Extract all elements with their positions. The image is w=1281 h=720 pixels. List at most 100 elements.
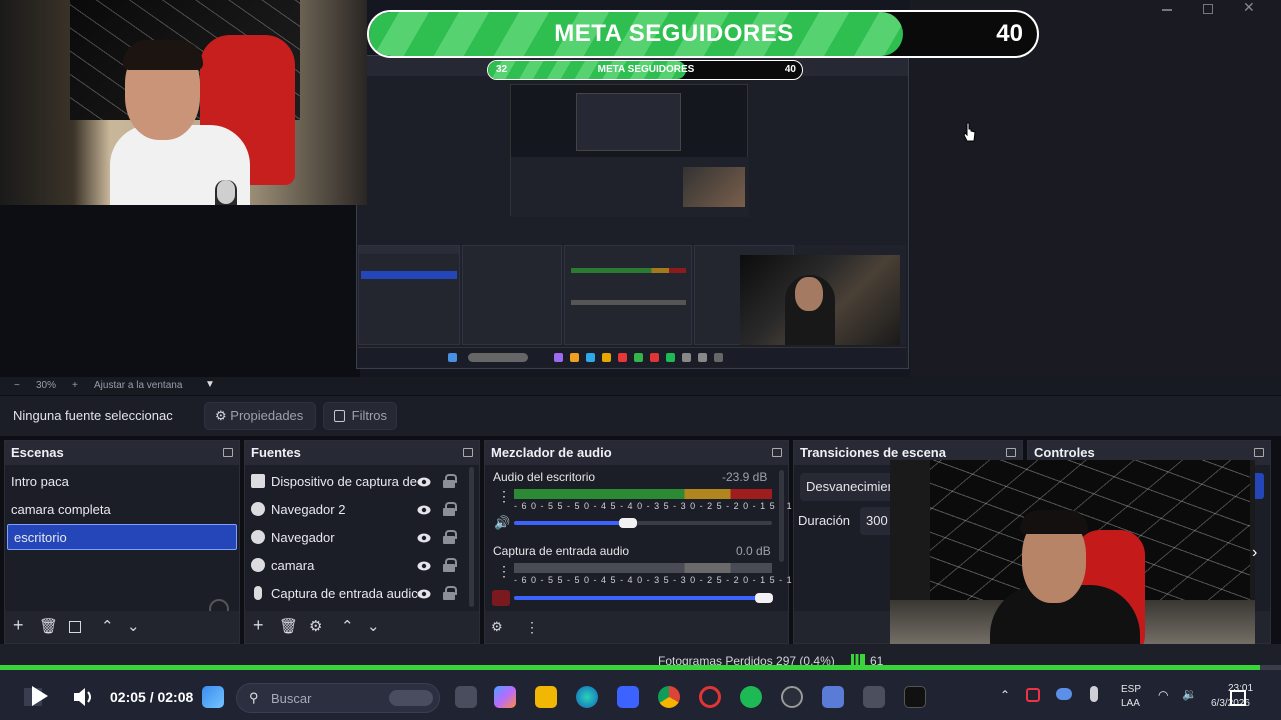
properties-button[interactable]: ⚙ Propiedades <box>204 402 316 430</box>
volume-icon[interactable] <box>72 686 96 713</box>
wifi-icon[interactable]: ◠ <box>1158 688 1168 702</box>
speaker-icon[interactable]: 🔊 <box>494 515 510 531</box>
zoom-level: 30% <box>36 380 57 391</box>
move-down-icon[interactable]: ⌄ <box>127 619 140 635</box>
fullscreen-icon[interactable] <box>1230 690 1246 706</box>
visibility-eye-icon[interactable] <box>417 531 431 545</box>
source-item[interactable]: Navegador <box>251 524 469 552</box>
tray-chevron-icon[interactable]: ⌃ <box>1000 688 1010 702</box>
undock-icon[interactable] <box>1254 448 1264 457</box>
undock-icon[interactable] <box>772 448 782 457</box>
taskbar-search[interactable]: ⚲ Buscar <box>236 683 440 713</box>
onedrive-icon[interactable] <box>1056 688 1072 700</box>
task-view-icon[interactable] <box>455 686 477 708</box>
mixer-scrollbar[interactable] <box>779 470 784 562</box>
tray-app-icon[interactable] <box>1026 688 1040 702</box>
scene-filters-icon[interactable] <box>69 621 81 633</box>
calculator-icon[interactable] <box>863 686 885 708</box>
language-bottom[interactable]: LAA <box>1121 698 1140 709</box>
language-top[interactable]: ESP <box>1121 684 1141 695</box>
db-scale: -60-55-50-45-40-35-30-25-20-15-10-50 <box>514 575 828 585</box>
db-scale: -60-55-50-45-40-35-30-25-20-15-10-50 <box>514 501 828 511</box>
volume-slider-handle[interactable] <box>619 518 637 528</box>
globe-icon <box>251 558 265 572</box>
minimize-icon[interactable] <box>1162 9 1172 11</box>
globe-icon <box>251 530 265 544</box>
tiktok-icon[interactable] <box>904 686 926 708</box>
gear-icon: ⚙ <box>215 408 227 423</box>
camera-icon <box>251 474 265 488</box>
chrome-icon[interactable] <box>658 686 680 708</box>
mixer-channel-level: 0.0 dB <box>736 544 771 558</box>
filters-button[interactable]: Filtros <box>323 402 397 430</box>
source-label: Navegador <box>271 530 335 545</box>
add-source-icon[interactable]: + <box>253 616 264 634</box>
audio-level-meter <box>514 563 772 573</box>
remove-scene-icon[interactable]: 🗑 <box>39 619 58 635</box>
scene-item[interactable]: camara completa <box>5 497 237 523</box>
visibility-eye-icon[interactable] <box>417 503 431 517</box>
source-settings-icon[interactable]: ⚙ <box>309 619 322 635</box>
source-item[interactable]: Dispositivo de captura de <box>251 468 469 496</box>
lock-icon[interactable] <box>443 558 457 572</box>
nested-inner-preview <box>510 84 749 217</box>
move-down-icon[interactable]: ⌄ <box>367 619 380 635</box>
visibility-eye-icon[interactable] <box>417 587 431 601</box>
zoom-out-button[interactable]: − <box>14 380 20 391</box>
windows-start-icon[interactable] <box>202 686 224 708</box>
zoom-dropdown-icon[interactable]: ▼ <box>205 379 215 390</box>
visibility-eye-icon[interactable] <box>417 475 431 489</box>
mixer-channel-name: Audio del escritorio <box>493 470 596 484</box>
scenes-title: Escenas <box>11 445 64 460</box>
source-label: Captura de entrada audic <box>271 586 418 601</box>
search-highlight-icon <box>389 690 433 706</box>
copilot-icon[interactable] <box>494 686 516 708</box>
muted-speaker-icon[interactable] <box>492 590 510 606</box>
taskbar: 02:05 / 02:08 ⚲ Buscar ⌃ ESP LAA ◠ 🔉 23:… <box>0 670 1281 720</box>
move-up-icon[interactable]: ⌃ <box>341 619 354 635</box>
scene-item-selected[interactable]: escritorio <box>7 524 237 550</box>
spotify-icon[interactable] <box>740 686 762 708</box>
obs-icon[interactable] <box>781 686 803 708</box>
source-item[interactable]: camara <box>251 552 469 580</box>
channel-menu-icon[interactable]: ⋮ <box>497 488 511 505</box>
webcam-overlay-top <box>0 0 367 205</box>
opera-icon[interactable] <box>699 686 721 708</box>
edge-browser-icon[interactable] <box>576 686 598 708</box>
source-item[interactable]: Navegador 2 <box>251 496 469 524</box>
undock-icon[interactable] <box>223 448 233 457</box>
zoom-fit-button[interactable]: Ajustar a la ventana <box>94 380 182 391</box>
remove-source-icon[interactable]: 🗑 <box>279 619 298 635</box>
scenes-list: Intro paca camara completa escritorio <box>5 465 239 619</box>
scene-item[interactable]: Intro paca <box>5 469 237 495</box>
chevron-right-icon[interactable]: › <box>1252 544 1257 562</box>
speaker-tray-icon[interactable]: 🔉 <box>1182 687 1197 701</box>
lock-icon[interactable] <box>443 586 457 600</box>
visibility-eye-icon[interactable] <box>417 559 431 573</box>
undock-icon[interactable] <box>1006 448 1016 457</box>
maximize-icon[interactable] <box>1203 4 1213 14</box>
settings-icon[interactable] <box>822 686 844 708</box>
nested-scenes-dock <box>358 245 460 345</box>
file-explorer-icon[interactable] <box>535 686 557 708</box>
lock-icon[interactable] <box>443 502 457 516</box>
source-label: Navegador 2 <box>271 502 346 517</box>
store-icon[interactable] <box>617 686 639 708</box>
undock-icon[interactable] <box>463 448 473 457</box>
sources-scrollbar[interactable] <box>469 467 474 607</box>
play-icon[interactable] <box>20 682 52 715</box>
zoom-in-button[interactable]: + <box>72 380 78 391</box>
channel-menu-icon[interactable]: ⋮ <box>497 563 511 580</box>
advanced-audio-icon[interactable]: ⚙ <box>491 619 503 635</box>
move-up-icon[interactable]: ⌃ <box>101 619 114 635</box>
microphone-tray-icon[interactable] <box>1090 686 1098 702</box>
lock-icon[interactable] <box>443 474 457 488</box>
lock-icon[interactable] <box>443 530 457 544</box>
close-icon[interactable]: ✕ <box>1243 0 1257 14</box>
source-item[interactable]: Captura de entrada audic <box>251 580 469 608</box>
add-scene-icon[interactable]: + <box>13 616 24 634</box>
microphone-icon <box>254 586 262 600</box>
volume-slider-handle[interactable] <box>755 593 773 603</box>
mixer-menu-icon[interactable]: ⋮ <box>525 619 539 635</box>
sources-title: Fuentes <box>251 445 301 460</box>
